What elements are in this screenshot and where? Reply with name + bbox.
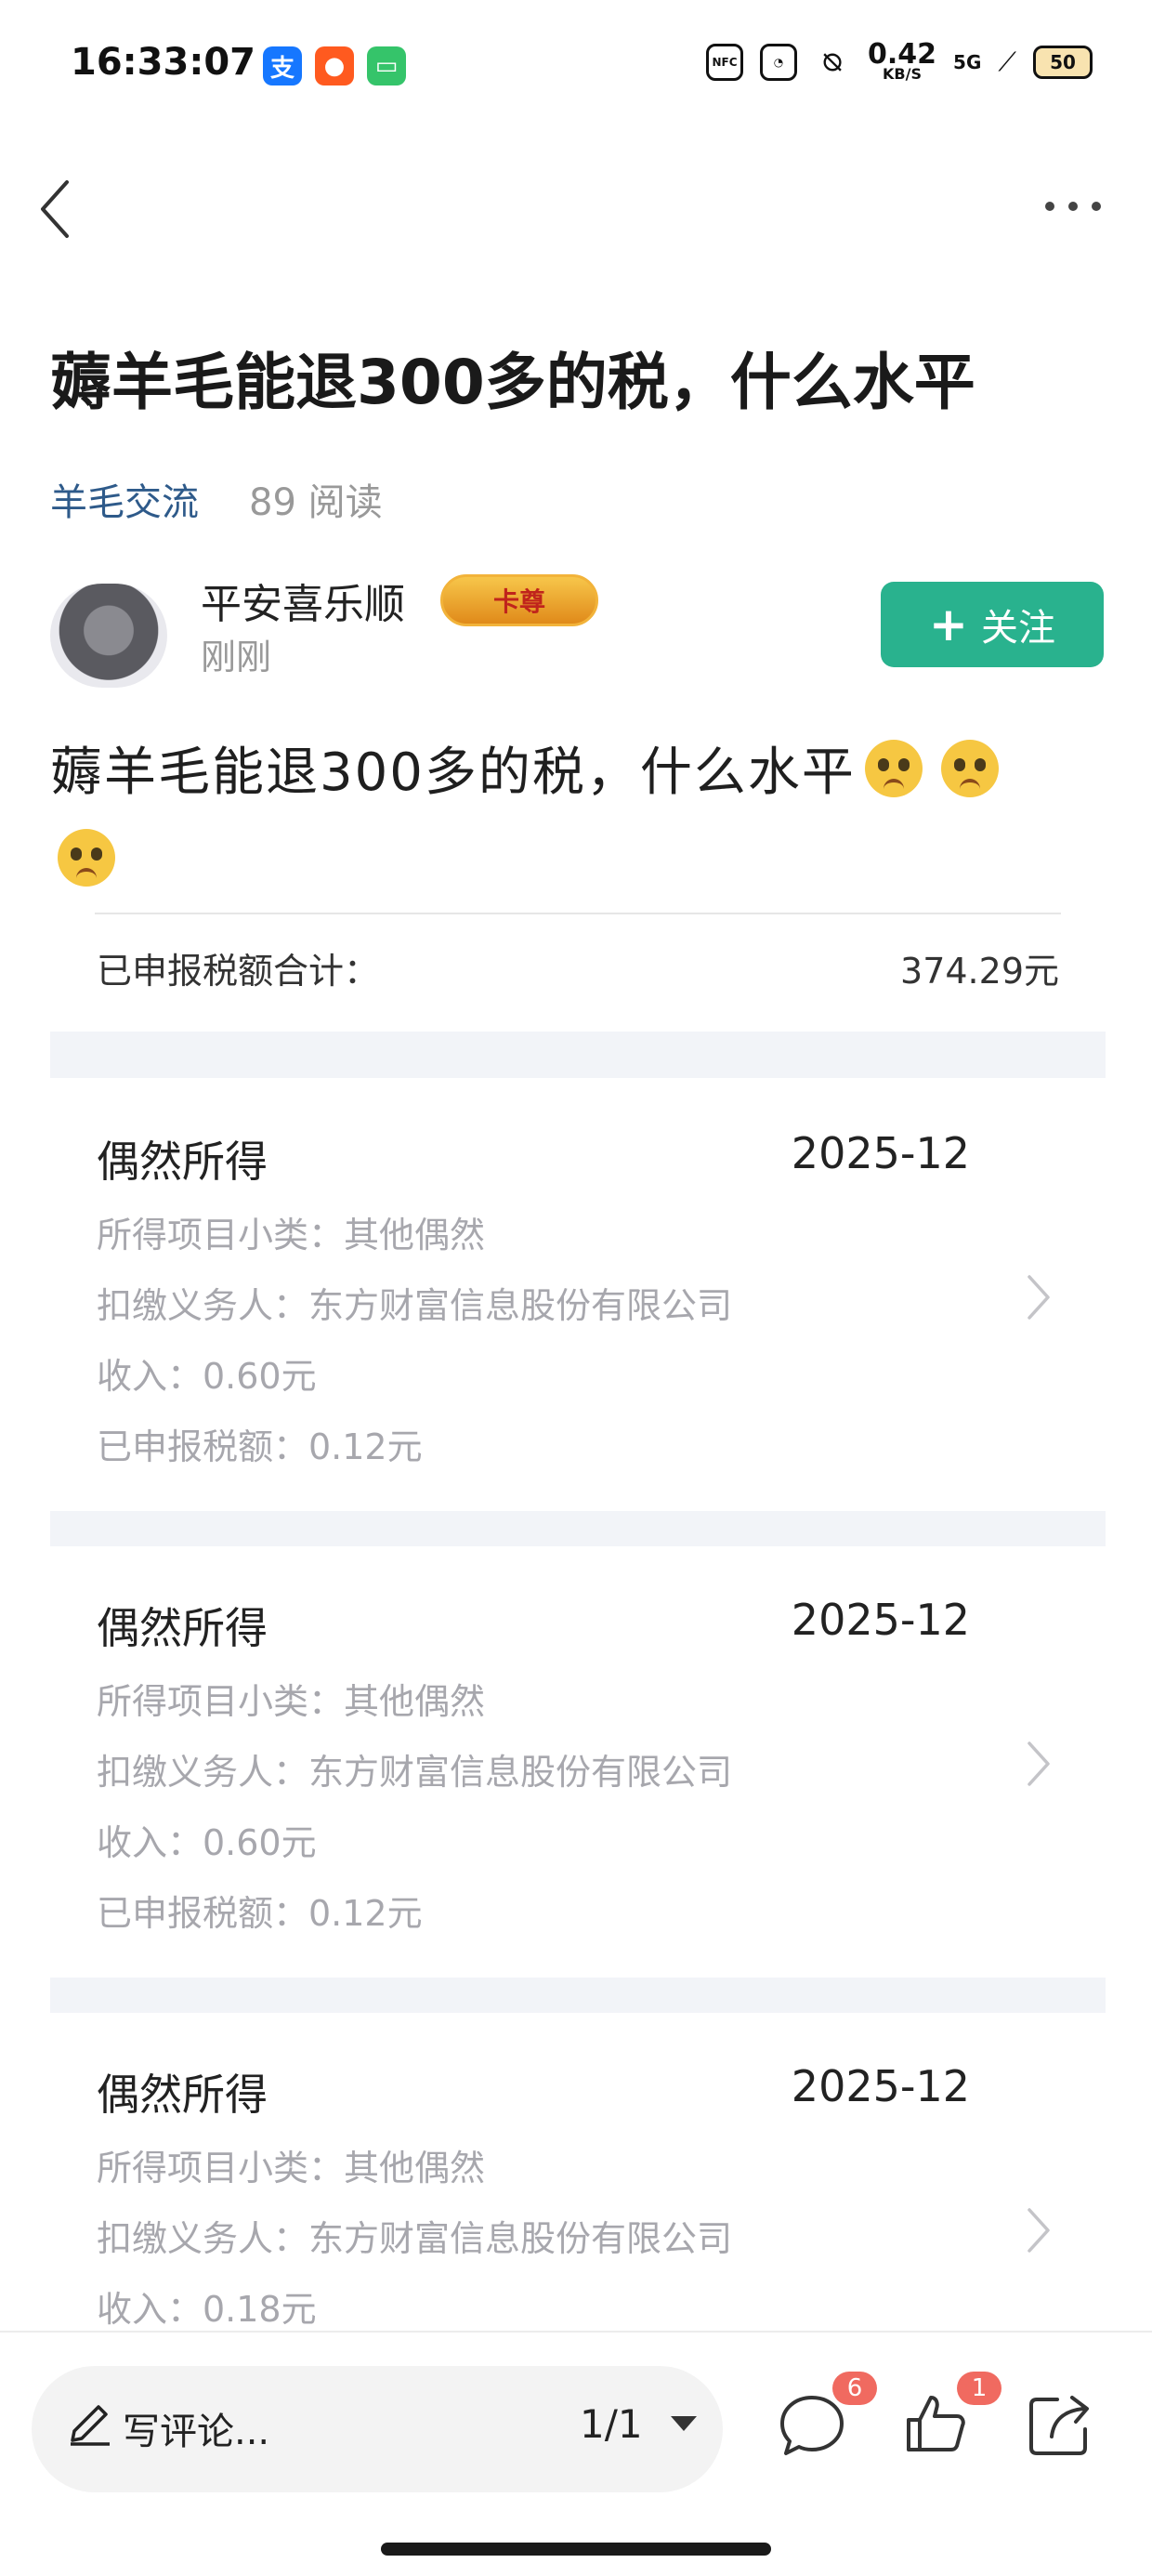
follow-button[interactable]: + 关注 <box>881 582 1104 667</box>
cat-icon: ◔ <box>760 44 797 81</box>
comment-icon[interactable] <box>777 2390 847 2461</box>
status-app-icons: 支 ● ▭ <box>263 46 406 85</box>
category-link[interactable]: 羊毛交流 <box>50 472 199 526</box>
follow-label: 关注 <box>980 607 1055 650</box>
record-period: 2025-12 <box>791 1595 970 1645</box>
alipay-icon: 支 <box>263 46 302 85</box>
chevron-right-icon[interactable] <box>1022 1738 1054 1790</box>
author-name[interactable]: 平安喜乐顺 <box>201 571 405 630</box>
home-indicator[interactable] <box>381 2543 771 2556</box>
more-icon[interactable] <box>1041 197 1106 216</box>
chevron-right-icon[interactable] <box>1022 2204 1054 2256</box>
crying-emoji-icon <box>864 740 923 797</box>
status-time: 16:33:07 <box>71 41 255 84</box>
record-withholder: 扣缴义务人：东方财富信息股份有限公司 <box>97 1285 733 1326</box>
record-period: 2025-12 <box>791 2061 970 2111</box>
crying-emoji-icon <box>58 829 115 887</box>
share-icon[interactable] <box>1026 2390 1096 2461</box>
bottom-divider <box>0 2331 1152 2333</box>
like-count-badge: 1 <box>957 2372 1001 2405</box>
post-title: 薅羊毛能退300多的税，什么水平 <box>50 347 975 418</box>
caret-down-icon[interactable] <box>671 2416 697 2431</box>
message-icon: ▭ <box>367 46 406 85</box>
record-income: 收入：0.18元 <box>97 2289 317 2330</box>
record-type: 偶然所得 <box>97 1603 268 1653</box>
record-withholder: 扣缴义务人：东方财富信息股份有限公司 <box>97 1752 733 1793</box>
vip-badge: 卡尊 <box>440 574 598 626</box>
avatar[interactable] <box>50 584 167 688</box>
record-tax: 已申报税额：0.12元 <box>97 1893 423 1934</box>
comment-count-badge: 6 <box>832 2372 877 2405</box>
record-subcategory: 所得项目小类：其他偶然 <box>97 2148 486 2188</box>
signal-5g: 5G <box>953 51 982 73</box>
record-tax: 已申报税额：0.12元 <box>97 1426 423 1467</box>
taobao-icon: ● <box>315 46 354 85</box>
section-separator <box>50 1978 1106 2013</box>
crying-emoji-icon <box>940 740 999 797</box>
battery-icon: 50 <box>1032 46 1093 79</box>
record-period: 2025-12 <box>791 1128 970 1178</box>
page-indicator[interactable]: 1/1 <box>580 2401 643 2447</box>
status-right: NFC ◔ ⍉ 0.42 KB/S 5G ⟋ 50 <box>706 41 1093 82</box>
section-separator <box>50 1511 1106 1546</box>
back-icon[interactable] <box>35 177 82 242</box>
total-tax-label: 已申报税额合计： <box>97 951 380 992</box>
record-subcategory: 所得项目小类：其他偶然 <box>97 1215 486 1255</box>
mute-icon: ⍉ <box>824 46 841 79</box>
record-income: 收入：0.60元 <box>97 1356 317 1397</box>
battery-level: 50 <box>1050 51 1076 73</box>
section-separator <box>50 1032 1106 1078</box>
read-count: 89 阅读 <box>249 481 383 524</box>
record-withholder: 扣缴义务人：东方财富信息股份有限公司 <box>97 2218 733 2259</box>
post-time: 刚刚 <box>201 637 272 677</box>
divider <box>95 913 1061 914</box>
record-subcategory: 所得项目小类：其他偶然 <box>97 1681 486 1722</box>
post-body: 薅羊毛能退300多的税，什么水平 <box>50 729 1109 907</box>
nfc-icon: NFC <box>706 44 743 81</box>
net-speed: 0.42 KB/S <box>868 41 936 82</box>
record-type: 偶然所得 <box>97 2070 268 2120</box>
record-income: 收入：0.60元 <box>97 1822 317 1863</box>
pencil-icon <box>71 2405 110 2446</box>
plus-icon: + <box>929 598 968 651</box>
post-body-text: 薅羊毛能退300多的税，什么水平 <box>50 743 856 803</box>
total-tax-value: 374.29元 <box>900 951 1059 992</box>
record-type: 偶然所得 <box>97 1137 268 1187</box>
wifi-icon: ⟋ <box>998 46 1016 77</box>
chevron-right-icon[interactable] <box>1022 1271 1054 1323</box>
comment-placeholder[interactable]: 写评论... <box>123 2401 269 2455</box>
